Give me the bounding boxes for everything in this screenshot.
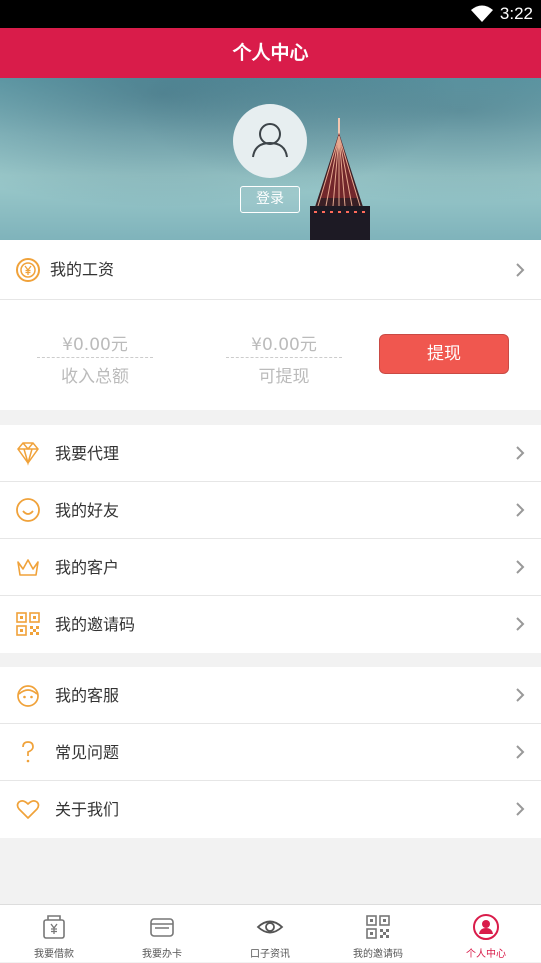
salary-amounts: ¥0.00元 收入总额 ¥0.00元 可提现 提现 <box>0 300 541 408</box>
chevron-right-icon <box>516 745 525 759</box>
menu-item-label: 关于我们 <box>55 800 120 819</box>
user-avatar-icon <box>252 123 288 158</box>
tab-label: 我的邀请码 <box>353 949 403 960</box>
avatar[interactable] <box>233 104 307 178</box>
qrcode-icon <box>366 915 390 939</box>
tab-label: 口子资讯 <box>250 949 290 960</box>
page-title: 个人中心 <box>0 28 541 78</box>
tab-news[interactable]: 口子资讯 <box>216 905 324 963</box>
salary-label: 我的工资 <box>50 260 115 279</box>
question-icon <box>22 741 34 763</box>
tab-invite-code[interactable]: 我的邀请码 <box>324 905 432 963</box>
yen-coin-icon <box>16 258 40 282</box>
login-button[interactable]: 登录 <box>240 186 300 213</box>
withdrawable-value: ¥0.00元 <box>226 330 342 358</box>
menu-item-about[interactable]: 关于我们 <box>0 781 541 838</box>
tower-image <box>310 118 370 240</box>
menu-item-label: 我的邀请码 <box>55 615 136 634</box>
wifi-icon <box>471 5 493 22</box>
menu-item-customers[interactable]: 我的客户 <box>0 539 541 596</box>
menu-item-label: 我要代理 <box>55 444 120 463</box>
menu-group-1: 我要代理 我的好友 我的客户 我的邀请码 <box>0 425 541 653</box>
withdraw-button[interactable]: 提现 <box>379 334 509 374</box>
bottom-tab-bar: 我要借款 我要办卡 口子资讯 我的邀请码 个人中心 <box>0 904 541 962</box>
menu-item-friends[interactable]: 我的好友 <box>0 482 541 539</box>
chevron-right-icon <box>516 503 525 517</box>
menu-item-label: 常见问题 <box>55 743 120 762</box>
smile-icon <box>16 498 40 522</box>
tab-label: 我要借款 <box>34 949 74 960</box>
eye-icon <box>256 920 284 934</box>
chevron-right-icon <box>516 688 525 702</box>
menu-item-customer-service[interactable]: 我的客服 <box>0 667 541 724</box>
profile-banner: 登录 <box>0 78 541 240</box>
salary-section: 我的工资 ¥0.00元 收入总额 ¥0.00元 可提现 提现 <box>0 240 541 410</box>
diamond-icon <box>17 442 39 466</box>
tab-card[interactable]: 我要办卡 <box>108 905 216 963</box>
total-income: ¥0.00元 收入总额 <box>37 330 153 387</box>
service-icon <box>17 685 39 707</box>
menu-item-label: 我的客服 <box>55 686 120 705</box>
menu-item-label: 我的客户 <box>55 558 120 577</box>
tab-profile[interactable]: 个人中心 <box>432 905 540 963</box>
total-income-caption: 收入总额 <box>61 367 129 387</box>
loan-icon <box>43 915 65 939</box>
chevron-right-icon <box>516 617 525 631</box>
menu-item-faq[interactable]: 常见问题 <box>0 724 541 781</box>
menu-item-label: 我的好友 <box>55 501 120 520</box>
chevron-right-icon <box>516 802 525 816</box>
card-icon <box>150 918 174 937</box>
withdrawable-caption: 可提现 <box>258 367 310 387</box>
heart-icon <box>16 800 40 819</box>
menu-item-agent[interactable]: 我要代理 <box>0 425 541 482</box>
salary-row[interactable]: 我的工资 <box>0 240 541 300</box>
chevron-right-icon <box>516 560 525 574</box>
user-icon <box>473 914 499 940</box>
status-time: 3:22 <box>499 4 533 23</box>
withdrawable: ¥0.00元 可提现 <box>226 330 342 387</box>
tab-label: 个人中心 <box>466 949 506 960</box>
tab-label: 我要办卡 <box>142 949 182 960</box>
chevron-right-icon <box>516 263 525 277</box>
total-income-value: ¥0.00元 <box>37 330 153 358</box>
qrcode-icon <box>16 612 40 636</box>
chevron-right-icon <box>516 446 525 460</box>
status-bar: 3:22 <box>0 0 541 28</box>
tab-loan[interactable]: 我要借款 <box>0 905 108 963</box>
menu-item-invite-code[interactable]: 我的邀请码 <box>0 596 541 653</box>
crown-icon <box>17 559 39 576</box>
menu-group-2: 我的客服 常见问题 关于我们 <box>0 667 541 838</box>
